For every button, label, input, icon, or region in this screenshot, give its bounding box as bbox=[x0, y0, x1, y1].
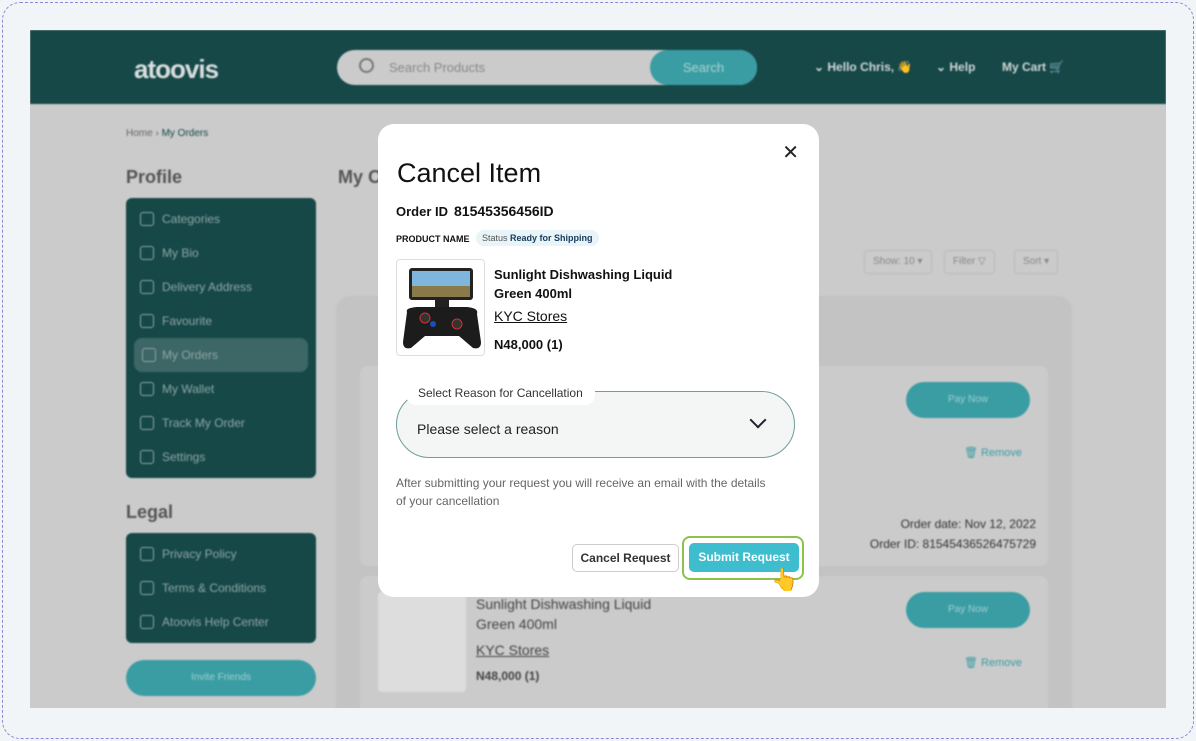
order-id-value: 81545356456ID bbox=[454, 203, 554, 219]
hand-cursor-icon: 👆 bbox=[771, 567, 799, 592]
sidebar-item[interactable]: Delivery Address bbox=[126, 270, 316, 304]
pay-now-button[interactable]: Pay Now bbox=[906, 382, 1030, 418]
product-name-line: Sunlight Dishwashing Liquid bbox=[494, 267, 673, 282]
product-image bbox=[378, 592, 466, 692]
sidebar-item[interactable]: Settings bbox=[126, 440, 316, 474]
invite-friends-button[interactable]: Invite Friends bbox=[126, 660, 316, 696]
pay-now-button[interactable]: Pay Now bbox=[906, 592, 1030, 628]
legal-title: Legal bbox=[126, 502, 174, 522]
search-button[interactable]: Search bbox=[650, 50, 757, 85]
sidebar-item[interactable]: Favourite bbox=[126, 304, 316, 338]
status-label: Status bbox=[482, 233, 508, 243]
product-price: N48,000 (1) bbox=[476, 669, 540, 683]
order-date: Order date: Nov 12, 2022 bbox=[900, 517, 1036, 531]
product-name: Sunlight Dishwashing Liquid Green 400ml bbox=[494, 265, 672, 303]
sidebar-item[interactable]: Track My Order bbox=[126, 406, 316, 440]
search-input[interactable]: Search Products bbox=[389, 60, 485, 75]
sidebar-item[interactable]: Privacy Policy bbox=[126, 537, 316, 571]
product-name-label: PRODUCT NAME bbox=[396, 234, 470, 244]
product-variant: Green 400ml bbox=[476, 616, 557, 632]
status-badge: Status Ready for Shipping bbox=[476, 230, 599, 246]
modal-title: Cancel Item bbox=[397, 158, 542, 188]
sidebar-item[interactable]: Categories bbox=[126, 202, 316, 236]
order-id-label: Order ID bbox=[396, 204, 449, 219]
sidebar-item[interactable]: Atoovis Help Center bbox=[126, 605, 316, 639]
cart-text: My Cart bbox=[1002, 60, 1047, 74]
breadcrumb: Home › My Orders bbox=[126, 128, 209, 139]
help-menu[interactable]: ⌄ Help bbox=[936, 60, 975, 74]
status-value: Ready for Shipping bbox=[510, 233, 593, 243]
sidebar-item-active[interactable]: My Orders bbox=[134, 338, 308, 372]
help-text: Help bbox=[949, 60, 976, 74]
store-link[interactable]: KYC Stores bbox=[476, 640, 651, 660]
legal-menu: Privacy Policy Terms & Conditions Atoovi… bbox=[126, 533, 316, 643]
remove-text: Remove bbox=[981, 447, 1022, 459]
show-select[interactable]: Show: 10 ▾ bbox=[864, 250, 932, 274]
sidebar-item[interactable]: Terms & Conditions bbox=[126, 571, 316, 605]
filter-button[interactable]: Filter ▽ bbox=[944, 250, 995, 274]
profile-menu: Categories My Bio Delivery Address Favou… bbox=[126, 198, 316, 478]
product-info: Sunlight Dishwashing Liquid Green 400ml … bbox=[476, 594, 651, 686]
chevron-down-icon bbox=[749, 411, 767, 429]
header: atoovis Search Products Search ⌄ Hello C… bbox=[30, 30, 1166, 104]
search-icon bbox=[359, 58, 374, 73]
breadcrumb-home[interactable]: Home bbox=[126, 128, 153, 139]
logo[interactable]: atoovis bbox=[134, 54, 219, 85]
cart-icon: 🛒 bbox=[1049, 60, 1065, 74]
sort-text: Sort bbox=[1023, 256, 1042, 267]
order-id: Order ID 81545356456ID bbox=[396, 203, 554, 219]
greeting-text: Hello Chris, bbox=[827, 60, 895, 74]
cancel-request-button[interactable]: Cancel Request bbox=[572, 544, 679, 572]
search-bar: Search Products Search bbox=[337, 50, 757, 85]
product-variant: Green 400ml bbox=[494, 286, 573, 301]
product-price: N48,000 (1) bbox=[494, 337, 563, 352]
sidebar-item[interactable]: My Bio bbox=[126, 236, 316, 270]
cart-link[interactable]: My Cart 🛒 bbox=[1002, 60, 1064, 74]
close-icon[interactable]: ✕ bbox=[782, 140, 799, 165]
sidebar-item[interactable]: My Wallet bbox=[126, 372, 316, 406]
info-note: After submitting your request you will r… bbox=[396, 476, 766, 508]
sort-button[interactable]: Sort ▾ bbox=[1014, 250, 1059, 274]
store-link[interactable]: KYC Stores bbox=[494, 308, 567, 324]
show-text: Show: 10 bbox=[873, 256, 915, 267]
product-image bbox=[396, 259, 485, 356]
remove-text: Remove bbox=[981, 657, 1022, 669]
product-name: Sunlight Dishwashing Liquid bbox=[476, 596, 652, 612]
filter-text: Filter bbox=[953, 256, 976, 267]
order-id: Order ID: 81545436526475729 bbox=[869, 537, 1036, 551]
breadcrumb-current: My Orders bbox=[161, 128, 209, 139]
reason-select-value: Please select a reason bbox=[417, 421, 559, 437]
reason-select-label: Select Reason for Cancellation bbox=[406, 381, 595, 405]
profile-title: Profile bbox=[126, 167, 183, 187]
remove-button[interactable]: 🗑 Remove bbox=[964, 446, 1022, 459]
order-meta: Order date: Nov 12, 2022 Order ID: 81545… bbox=[870, 514, 1036, 554]
cancel-item-modal: ✕ Cancel Item Order ID 81545356456ID PROD… bbox=[378, 124, 819, 597]
remove-button[interactable]: 🗑 Remove bbox=[964, 656, 1022, 669]
greeting-menu[interactable]: ⌄ Hello Chris, 👋 bbox=[814, 60, 912, 74]
